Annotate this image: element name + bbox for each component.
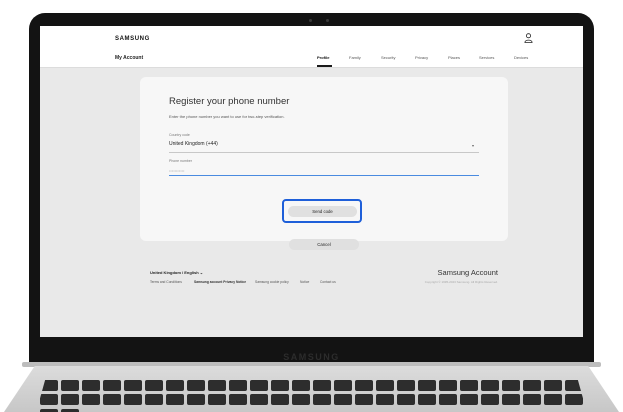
keyboard-key [82, 380, 100, 391]
nav-services[interactable]: Services [479, 55, 494, 60]
keyboard-key [460, 394, 478, 406]
keyboard-key [292, 380, 310, 391]
keyboard-key [271, 394, 289, 406]
keyboard-key [439, 380, 457, 391]
keyboard-key [355, 380, 373, 391]
keyboard-key [208, 394, 226, 406]
keyboard-key [82, 394, 100, 406]
person-icon[interactable] [524, 33, 533, 43]
keyboard [34, 380, 589, 412]
keyboard-key [124, 394, 142, 406]
keyboard-key [565, 394, 583, 406]
active-nav-indicator [317, 65, 332, 67]
samsung-account-logo: Samsung Account [437, 268, 498, 277]
keyboard-key [40, 408, 58, 412]
keyboard-key [439, 394, 457, 406]
keyboard-key [103, 380, 121, 391]
footer-link-notice[interactable]: Notice [300, 280, 309, 284]
footer-link-privacy[interactable]: Samsung account Privacy Notice [194, 280, 246, 284]
cancel-button[interactable]: Cancel [289, 239, 359, 250]
phone-number-input[interactable] [169, 166, 479, 176]
keyboard-key [418, 394, 436, 406]
keyboard-key [229, 394, 247, 406]
keyboard-key [250, 380, 268, 391]
register-phone-card: Register your phone number Enter the pho… [140, 77, 508, 250]
country-field-underline [169, 152, 479, 153]
bezel-brand-label: SAMSUNG [283, 352, 340, 362]
nav-places[interactable]: Places [448, 55, 460, 60]
country-code-label: Country code [169, 133, 190, 137]
keyboard-key [187, 394, 205, 406]
top-header: SAMSUNG My Account Profile Family Securi… [40, 26, 583, 68]
keyboard-key [355, 394, 373, 406]
footer-link-terms[interactable]: Terms and Conditions [150, 280, 182, 284]
keyboard-key [145, 380, 163, 391]
nav-security[interactable]: Security [381, 55, 395, 60]
send-code-button[interactable]: Send code [288, 206, 357, 217]
keyboard-key [334, 394, 352, 406]
keyboard-key [376, 394, 394, 406]
footer-link-contact[interactable]: Contact us [320, 280, 336, 284]
keyboard-key [334, 380, 352, 391]
keyboard-key [313, 394, 331, 406]
keyboard-key [271, 380, 289, 391]
keyboard-key [61, 394, 79, 406]
locale-label: United Kingdom / English [150, 270, 199, 275]
keyboard-key [502, 394, 520, 406]
keyboard-key [481, 380, 499, 391]
laptop-screen: SAMSUNG My Account Profile Family Securi… [40, 26, 583, 337]
keyboard-key [397, 394, 415, 406]
keyboard-key [292, 394, 310, 406]
form-description: Enter the phone number you want to use f… [169, 114, 285, 119]
keyboard-key [187, 380, 205, 391]
keyboard-key [376, 380, 394, 391]
keyboard-key [460, 380, 478, 391]
phone-number-label: Phone number [169, 159, 192, 163]
keyboard-key [313, 380, 331, 391]
page-title: Register your phone number [169, 96, 290, 107]
keyboard-key [502, 380, 520, 391]
chevron-down-icon[interactable]: ▾ [472, 143, 474, 148]
keyboard-key [208, 380, 226, 391]
keyboard-key [418, 380, 436, 391]
samsung-logo[interactable]: SAMSUNG [115, 36, 150, 42]
nav-privacy[interactable]: Privacy [415, 55, 428, 60]
keyboard-key [250, 394, 268, 406]
footer-link-cookies[interactable]: Samsung cookie policy [255, 280, 289, 284]
nav-profile[interactable]: Profile [317, 55, 329, 60]
keyboard-key [229, 380, 247, 391]
keyboard-key [103, 394, 121, 406]
keyboard-key [61, 408, 79, 412]
keyboard-key [481, 394, 499, 406]
webcam-icon [309, 19, 312, 22]
keyboard-key [544, 394, 562, 406]
copyright-text: Copyright © 1995-2023 Samsung. All Right… [424, 280, 498, 284]
keyboard-key [523, 394, 541, 406]
country-code-select[interactable]: United Kingdom (+44) [169, 141, 218, 147]
keyboard-key [397, 380, 415, 391]
locale-selector[interactable]: United Kingdom / English ⌄ [150, 270, 203, 275]
nav-family[interactable]: Family [349, 55, 361, 60]
keyboard-key [145, 394, 163, 406]
caret-down-icon: ⌄ [199, 270, 204, 275]
keyboard-key [166, 394, 184, 406]
keyboard-key [544, 380, 562, 391]
sensor-icon [326, 19, 329, 22]
keyboard-key [40, 394, 58, 406]
my-account-title[interactable]: My Account [115, 55, 143, 61]
keyboard-key [124, 380, 142, 391]
keyboard-key [523, 380, 541, 391]
keyboard-key [61, 380, 79, 391]
nav-devices[interactable]: Devices [514, 55, 528, 60]
keyboard-key [166, 380, 184, 391]
